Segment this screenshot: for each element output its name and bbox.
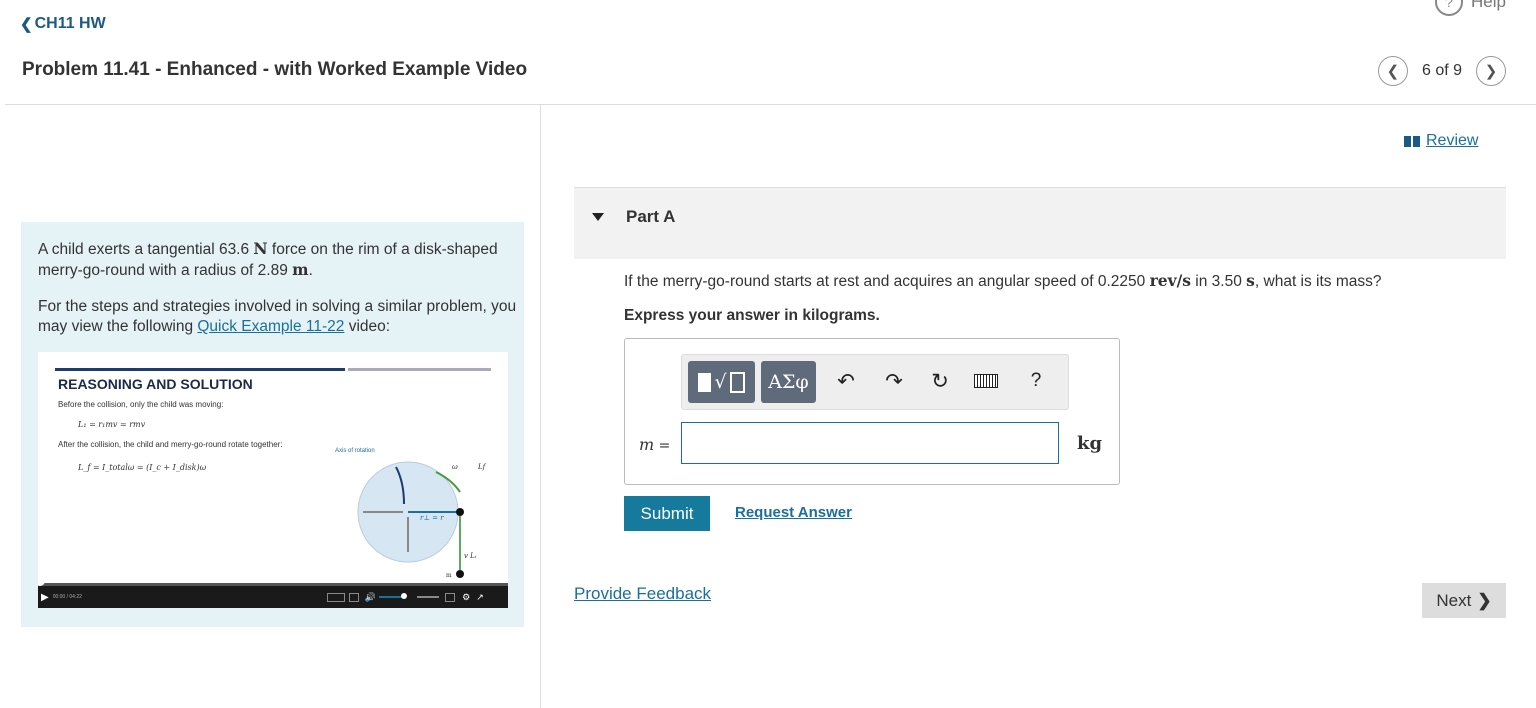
video-eq-1: L₁ = r₁mv = rmv (77, 420, 146, 429)
problem-text: A child exerts a tangential 63.6 N force… (38, 239, 508, 281)
unit-seconds: s (1246, 271, 1255, 290)
worked-example-video[interactable]: REASONING AND SOLUTION Before the collis… (38, 352, 508, 608)
problem-statement-panel: A child exerts a tangential 63.6 N force… (21, 222, 524, 627)
submit-button[interactable]: Submit (624, 496, 710, 531)
video-child-dot-bottom (456, 570, 464, 578)
chevron-left-icon: ❮ (20, 16, 33, 33)
video-omega-label: ω (452, 463, 458, 471)
redo-icon[interactable]: ↷ (880, 367, 908, 395)
help-label: Help (1471, 0, 1506, 11)
undo-icon[interactable]: ↶ (832, 367, 860, 395)
page-title: Problem 11.41 - Enhanced - with Worked E… (22, 59, 528, 80)
review-link[interactable]: Review (1404, 132, 1478, 150)
part-label: Part A (626, 207, 676, 226)
video-line-2: After the collision, the child and merry… (58, 440, 283, 449)
template-box-icon (729, 371, 745, 393)
help-icon: ? (1435, 0, 1464, 16)
answer-box: √ ΑΣφ ↶ ↷ ↻ ? m = kg (624, 338, 1120, 485)
problem-text-c: . (308, 262, 313, 279)
greek-symbols-button[interactable]: ΑΣφ (761, 361, 816, 403)
question-text: If the merry-go-round starts at rest and… (624, 271, 1382, 291)
video-heading-rule-dark (55, 368, 345, 371)
video-time: 00:00 / 04:22 (52, 594, 82, 600)
video-frame: REASONING AND SOLUTION Before the collis… (55, 368, 491, 579)
part-a-header[interactable]: Part A (574, 187, 1506, 259)
question-a: If the merry-go-round starts at rest and… (624, 273, 1150, 290)
video-lf-label: Lf (477, 463, 487, 471)
templates-button[interactable]: √ (688, 361, 755, 403)
video-line-1: Before the collision, only the child was… (58, 400, 223, 409)
unit-newton: N (253, 239, 268, 258)
video-heading: REASONING AND SOLUTION (58, 376, 253, 392)
square-root-icon: √ (714, 371, 727, 393)
math-toolbar: √ ΑΣφ ↶ ↷ ↻ ? (681, 354, 1069, 410)
video-progress-knob[interactable] (38, 576, 45, 586)
question-b: in 3.50 (1191, 273, 1247, 290)
speed-slider[interactable] (417, 596, 440, 598)
captions-icon[interactable] (326, 592, 345, 602)
book-icon (1404, 135, 1420, 147)
video-intro-b: video: (344, 318, 391, 335)
template-block-icon (698, 372, 712, 392)
play-icon[interactable]: ▶ (41, 592, 49, 603)
video-m-label: m (446, 572, 452, 579)
mass-answer-input[interactable] (681, 422, 1059, 464)
back-label: CH11 HW (34, 15, 106, 32)
answer-equals: = (654, 438, 671, 454)
next-button[interactable]: Next ❯ (1422, 583, 1506, 618)
video-eq-2: L_f = I_totalω = (I_c + I_disk)ω (77, 463, 207, 472)
unit-rev-per-s: rev/s (1149, 271, 1191, 290)
answer-instructions: Express your answer in kilograms. (624, 307, 880, 324)
problem-pager: ❮ 6 of 9 ❯ (1377, 56, 1506, 86)
pager-count: 6 of 9 (1421, 62, 1462, 79)
video-child-dot-top (456, 508, 464, 516)
question-c: , what is its mass? (1254, 273, 1382, 290)
settings-gear-icon[interactable]: ⚙ (462, 592, 470, 603)
answer-variable: m (639, 435, 655, 454)
video-v-label: v Lᵢ (464, 552, 477, 560)
fullscreen-icon[interactable]: ↗ (476, 592, 484, 603)
volume-icon[interactable]: 🔊 (365, 592, 376, 603)
header-divider (5, 104, 1536, 105)
quick-example-link[interactable]: Quick Example 11-22 (197, 318, 344, 335)
video-intro-text: For the steps and strategies involved in… (38, 297, 518, 337)
volume-slider[interactable] (379, 593, 408, 599)
chevron-right-icon: ❯ (1484, 63, 1498, 80)
video-progress-track[interactable] (38, 576, 508, 586)
next-problem-button[interactable]: ❯ (1476, 56, 1506, 86)
help-button[interactable]: ? Help (1435, 0, 1506, 16)
collapse-triangle-icon[interactable] (592, 213, 604, 221)
answer-variable-label: m = (639, 435, 670, 454)
chevron-right-icon: ❯ (1477, 590, 1492, 610)
column-divider (540, 105, 541, 708)
skip-icon[interactable] (348, 592, 359, 602)
video-heading-rule-light (348, 368, 491, 371)
keyboard-icon[interactable] (972, 367, 1000, 395)
help-question-icon[interactable]: ? (1022, 367, 1050, 395)
reset-icon[interactable]: ↻ (926, 367, 954, 395)
next-label: Next (1436, 590, 1472, 610)
video-axis-label: Axis of rotation (335, 448, 375, 454)
more-icon[interactable] (445, 592, 456, 602)
request-answer-link[interactable]: Request Answer (735, 504, 852, 521)
back-to-assignment-link[interactable]: ❮ CH11 HW (20, 15, 106, 33)
chevron-left-icon: ❮ (1386, 63, 1400, 80)
problem-text-a: A child exerts a tangential 63.6 (38, 241, 254, 258)
review-label: Review (1426, 132, 1479, 149)
answer-unit: kg (1077, 433, 1103, 454)
video-controls: ▶ 00:00 / 04:22 🔊 ⚙ ↗ (38, 576, 508, 608)
unit-meter: m (292, 260, 309, 279)
previous-problem-button[interactable]: ❮ (1377, 56, 1408, 86)
video-r-label: r⊥ = r (420, 514, 444, 522)
provide-feedback-link[interactable]: Provide Feedback (574, 584, 711, 604)
